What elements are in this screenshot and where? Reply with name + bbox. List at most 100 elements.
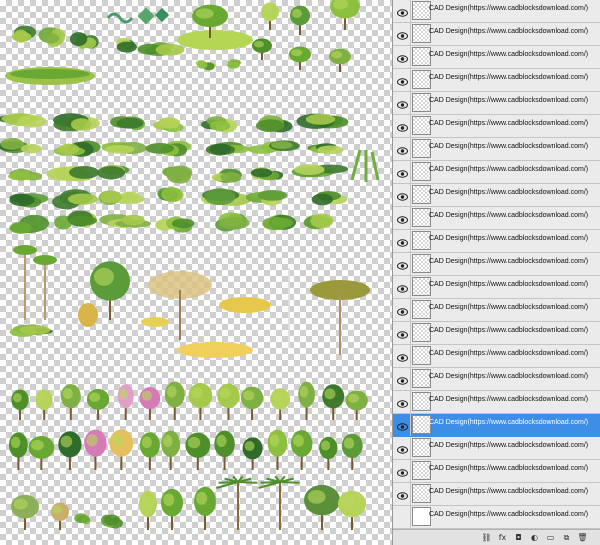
layer-name[interactable]: CAD Design(https://www.cadblocksdownload… (429, 166, 588, 173)
layer-name[interactable]: CAD Design(https://www.cadblocksdownload… (429, 373, 588, 380)
layer-row[interactable]: CAD Design(https://www.cadblocksdownload… (393, 322, 600, 345)
link-layers-icon[interactable]: ⛓ (481, 532, 492, 543)
layer-row[interactable]: CAD Design(https://www.cadblocksdownload… (393, 0, 600, 23)
visibility-eye-icon[interactable] (395, 278, 409, 294)
visibility-eye-icon[interactable] (395, 209, 409, 225)
shrub-sprite (170, 167, 192, 184)
visibility-eye-icon[interactable] (395, 232, 409, 248)
layer-row[interactable]: CAD Design(https://www.cadblocksdownload… (393, 253, 600, 276)
new-layer-icon[interactable]: ⧉ (561, 532, 572, 543)
layer-row[interactable]: CAD Design(https://www.cadblocksdownload… (393, 483, 600, 506)
visibility-eye-icon[interactable] (395, 186, 409, 202)
layer-row[interactable]: CAD Design(https://www.cadblocksdownload… (393, 345, 600, 368)
visibility-eye-icon[interactable] (395, 393, 409, 409)
layer-name[interactable]: CAD Design(https://www.cadblocksdownload… (429, 28, 588, 35)
tall-canopy (13, 245, 37, 255)
new-group-icon[interactable]: ▭ (545, 532, 556, 543)
layer-row[interactable]: CAD Design(https://www.cadblocksdownload… (393, 506, 600, 529)
visibility-eye-icon[interactable] (395, 48, 409, 64)
layer-name[interactable]: CAD Design(https://www.cadblocksdownload… (429, 120, 588, 127)
layer-row[interactable]: CAD Design(https://www.cadblocksdownload… (393, 23, 600, 46)
layer-row[interactable]: CAD Design(https://www.cadblocksdownload… (393, 368, 600, 391)
row-separator (410, 460, 411, 482)
visibility-eye-icon[interactable] (395, 163, 409, 179)
layer-name[interactable]: CAD Design(https://www.cadblocksdownload… (429, 350, 588, 357)
layer-mask-icon[interactable]: ◘ (513, 532, 524, 543)
fx-icon[interactable]: fx (497, 532, 508, 543)
visibility-eye-icon[interactable] (395, 301, 409, 317)
layer-row[interactable]: CAD Design(https://www.cadblocksdownload… (393, 138, 600, 161)
shrub-sprite (204, 188, 236, 206)
layer-list[interactable]: CAD Design(https://www.cadblocksdownload… (393, 0, 600, 529)
grass-patch (177, 30, 253, 50)
layer-row[interactable]: CAD Design(https://www.cadblocksdownload… (393, 92, 600, 115)
row-separator (410, 0, 411, 22)
visibility-eye-icon[interactable] (395, 25, 409, 41)
tree-highlight (30, 439, 44, 451)
layer-name[interactable]: CAD Design(https://www.cadblocksdownload… (429, 327, 588, 334)
layer-row[interactable]: CAD Design(https://www.cadblocksdownload… (393, 207, 600, 230)
visibility-eye-icon[interactable] (395, 416, 409, 432)
tree-highlight (62, 388, 73, 400)
visibility-eye-icon[interactable] (395, 370, 409, 386)
layer-row[interactable]: CAD Design(https://www.cadblocksdownload… (393, 184, 600, 207)
visibility-eye-icon[interactable] (395, 439, 409, 455)
layer-name[interactable]: CAD Design(https://www.cadblocksdownload… (429, 396, 588, 403)
layer-row[interactable]: CAD Design(https://www.cadblocksdownload… (393, 161, 600, 184)
visibility-eye-icon[interactable] (395, 462, 409, 478)
layer-name[interactable]: CAD Design(https://www.cadblocksdownload… (429, 143, 588, 150)
trash-icon[interactable]: 🗑 (577, 532, 588, 543)
tree-highlight (262, 5, 272, 15)
visibility-eye-icon[interactable] (395, 140, 409, 156)
shrub-sprite (294, 164, 325, 176)
shrub-sprite (42, 33, 60, 44)
document-canvas[interactable] (0, 0, 392, 545)
tree-highlight (291, 49, 303, 57)
row-separator (410, 483, 411, 505)
layer-row[interactable]: CAD Design(https://www.cadblocksdownload… (393, 69, 600, 92)
visibility-eye-icon[interactable] (395, 255, 409, 271)
layer-row[interactable]: CAD Design(https://www.cadblocksdownload… (393, 460, 600, 483)
layer-row[interactable]: CAD Design(https://www.cadblocksdownload… (393, 115, 600, 138)
layer-name[interactable]: CAD Design(https://www.cadblocksdownload… (429, 235, 588, 242)
adjustment-layer-icon[interactable]: ◐ (529, 532, 540, 543)
visibility-eye-icon[interactable] (395, 71, 409, 87)
layer-name[interactable]: CAD Design(https://www.cadblocksdownload… (429, 258, 588, 265)
row-separator (410, 138, 411, 160)
shrub-sprite (220, 172, 241, 183)
visibility-eye-icon[interactable] (395, 2, 409, 18)
layer-row[interactable]: CAD Design(https://www.cadblocksdownload… (393, 391, 600, 414)
visibility-eye-icon[interactable] (395, 347, 409, 363)
layer-name[interactable]: CAD Design(https://www.cadblocksdownload… (429, 488, 588, 495)
layer-name[interactable]: CAD Design(https://www.cadblocksdownload… (429, 511, 588, 518)
layer-row[interactable]: CAD Design(https://www.cadblocksdownload… (393, 46, 600, 69)
layer-row[interactable]: CAD Design(https://www.cadblocksdownload… (393, 276, 600, 299)
layer-row[interactable]: CAD Design(https://www.cadblocksdownload… (393, 414, 600, 437)
layer-name[interactable]: CAD Design(https://www.cadblocksdownload… (429, 189, 588, 196)
layer-name[interactable]: CAD Design(https://www.cadblocksdownload… (429, 5, 588, 12)
layer-row[interactable]: CAD Design(https://www.cadblocksdownload… (393, 230, 600, 253)
layer-row[interactable]: CAD Design(https://www.cadblocksdownload… (393, 437, 600, 460)
layer-name[interactable]: CAD Design(https://www.cadblocksdownload… (429, 97, 588, 104)
visibility-eye-icon[interactable] (395, 324, 409, 340)
tree-highlight (13, 392, 22, 403)
layer-name[interactable]: CAD Design(https://www.cadblocksdownload… (429, 51, 588, 58)
layer-row[interactable]: CAD Design(https://www.cadblocksdownload… (393, 299, 600, 322)
grass-mound-top (10, 69, 90, 79)
layer-name[interactable]: CAD Design(https://www.cadblocksdownload… (429, 74, 588, 81)
layer-name[interactable]: CAD Design(https://www.cadblocksdownload… (429, 442, 588, 449)
visibility-eye-icon[interactable] (395, 508, 409, 524)
tree-highlight (13, 498, 28, 510)
shrub-sprite (218, 217, 250, 229)
visibility-eye-icon[interactable] (395, 485, 409, 501)
layer-name[interactable]: CAD Design(https://www.cadblocksdownload… (429, 281, 588, 288)
layer-name[interactable]: CAD Design(https://www.cadblocksdownload… (429, 212, 588, 219)
layer-name[interactable]: CAD Design(https://www.cadblocksdownload… (429, 304, 588, 311)
tree-highlight (163, 493, 175, 507)
visibility-eye-icon[interactable] (395, 94, 409, 110)
shrub-sprite (305, 113, 336, 125)
layer-name[interactable]: CAD Design(https://www.cadblocksdownload… (429, 465, 588, 472)
layer-name[interactable]: CAD Design(https://www.cadblocksdownload… (429, 419, 588, 426)
visibility-eye-icon[interactable] (395, 117, 409, 133)
tree-highlight (37, 392, 46, 403)
